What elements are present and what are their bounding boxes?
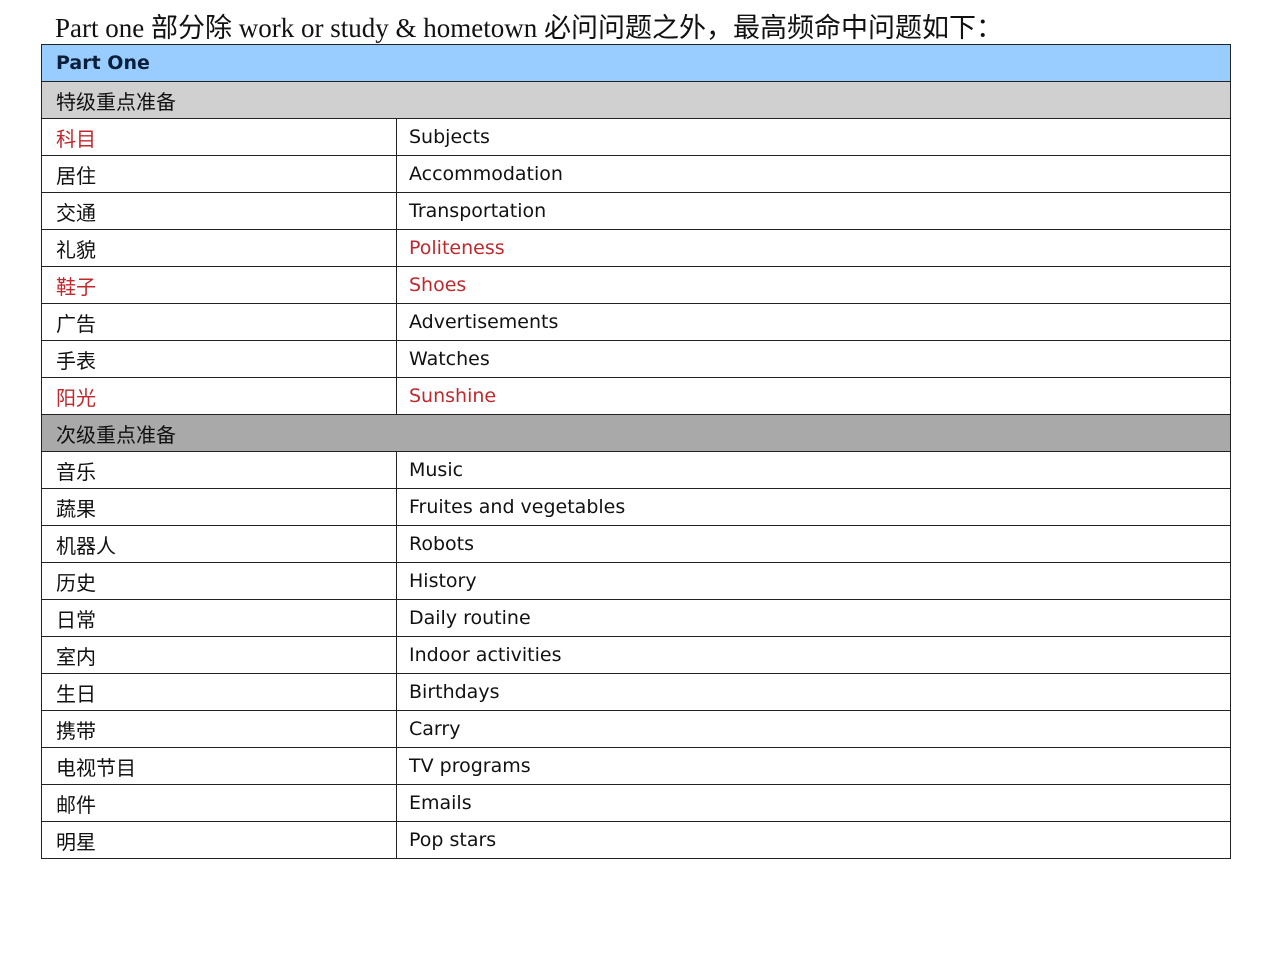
topic-chinese: 手表 (41, 340, 397, 378)
table-row: 礼貌 Politeness (41, 229, 1231, 267)
topic-chinese: 携带 (41, 710, 397, 748)
topic-chinese: 礼貌 (41, 229, 397, 267)
topic-english: Sunshine (396, 377, 1231, 415)
section-row: 特级重点准备 (41, 81, 1231, 119)
topic-chinese: 科目 (41, 118, 397, 156)
topic-chinese: 日常 (41, 599, 397, 637)
topic-english: Emails (396, 784, 1231, 822)
topic-chinese: 历史 (41, 562, 397, 600)
table-row: 生日 Birthdays (41, 673, 1231, 711)
table-row: 日常 Daily routine (41, 599, 1231, 637)
topic-english: Daily routine (396, 599, 1231, 637)
topic-english: Indoor activities (396, 636, 1231, 674)
section-row: 次级重点准备 (41, 414, 1231, 452)
table-row: 交通 Transportation (41, 192, 1231, 230)
table-row: 手表 Watches (41, 340, 1231, 378)
topic-english: Shoes (396, 266, 1231, 304)
table-row: 电视节目 TV programs (41, 747, 1231, 785)
table-row: 广告 Advertisements (41, 303, 1231, 341)
topic-chinese: 生日 (41, 673, 397, 711)
topic-english: Advertisements (396, 303, 1231, 341)
topic-english: TV programs (396, 747, 1231, 785)
topic-chinese: 机器人 (41, 525, 397, 563)
table-row: 机器人 Robots (41, 525, 1231, 563)
topic-english: Robots (396, 525, 1231, 563)
topic-chinese: 阳光 (41, 377, 397, 415)
topic-chinese: 明星 (41, 821, 397, 859)
table-row: 居住 Accommodation (41, 155, 1231, 193)
topic-chinese: 蔬果 (41, 488, 397, 526)
topic-chinese: 鞋子 (41, 266, 397, 304)
topic-english: Watches (396, 340, 1231, 378)
table-row: 室内 Indoor activities (41, 636, 1231, 674)
table-row: 鞋子 Shoes (41, 266, 1231, 304)
topic-chinese: 电视节目 (41, 747, 397, 785)
topic-english: Accommodation (396, 155, 1231, 193)
topic-english: Subjects (396, 118, 1231, 156)
section-label: 次级重点准备 (41, 414, 1231, 452)
table-row: 历史 History (41, 562, 1231, 600)
topic-english: History (396, 562, 1231, 600)
topic-english: Politeness (396, 229, 1231, 267)
topic-chinese: 广告 (41, 303, 397, 341)
topic-english: Transportation (396, 192, 1231, 230)
topic-english: Carry (396, 710, 1231, 748)
table-row: 明星 Pop stars (41, 821, 1231, 859)
topic-english: Pop stars (396, 821, 1231, 859)
topic-chinese: 居住 (41, 155, 397, 193)
table-header-row: Part One (41, 44, 1231, 82)
document-title: Part one 部分除 work or study & hometown 必问… (55, 13, 1003, 43)
table-row: 携带 Carry (41, 710, 1231, 748)
topic-chinese: 音乐 (41, 451, 397, 489)
table-row: 蔬果 Fruites and vegetables (41, 488, 1231, 526)
table-row: 音乐 Music (41, 451, 1231, 489)
topic-chinese: 邮件 (41, 784, 397, 822)
section-label: 特级重点准备 (41, 81, 1231, 119)
topics-table: Part One 特级重点准备 科目 Subjects 居住 Accommodation… (41, 44, 1231, 859)
table-row: 阳光 Sunshine (41, 377, 1231, 415)
topic-english: Birthdays (396, 673, 1231, 711)
table-row: 邮件 Emails (41, 784, 1231, 822)
topic-english: Music (396, 451, 1231, 489)
table-row: 科目 Subjects (41, 118, 1231, 156)
topic-chinese: 交通 (41, 192, 397, 230)
table-header: Part One (41, 44, 1231, 82)
topic-english: Fruites and vegetables (396, 488, 1231, 526)
topic-chinese: 室内 (41, 636, 397, 674)
